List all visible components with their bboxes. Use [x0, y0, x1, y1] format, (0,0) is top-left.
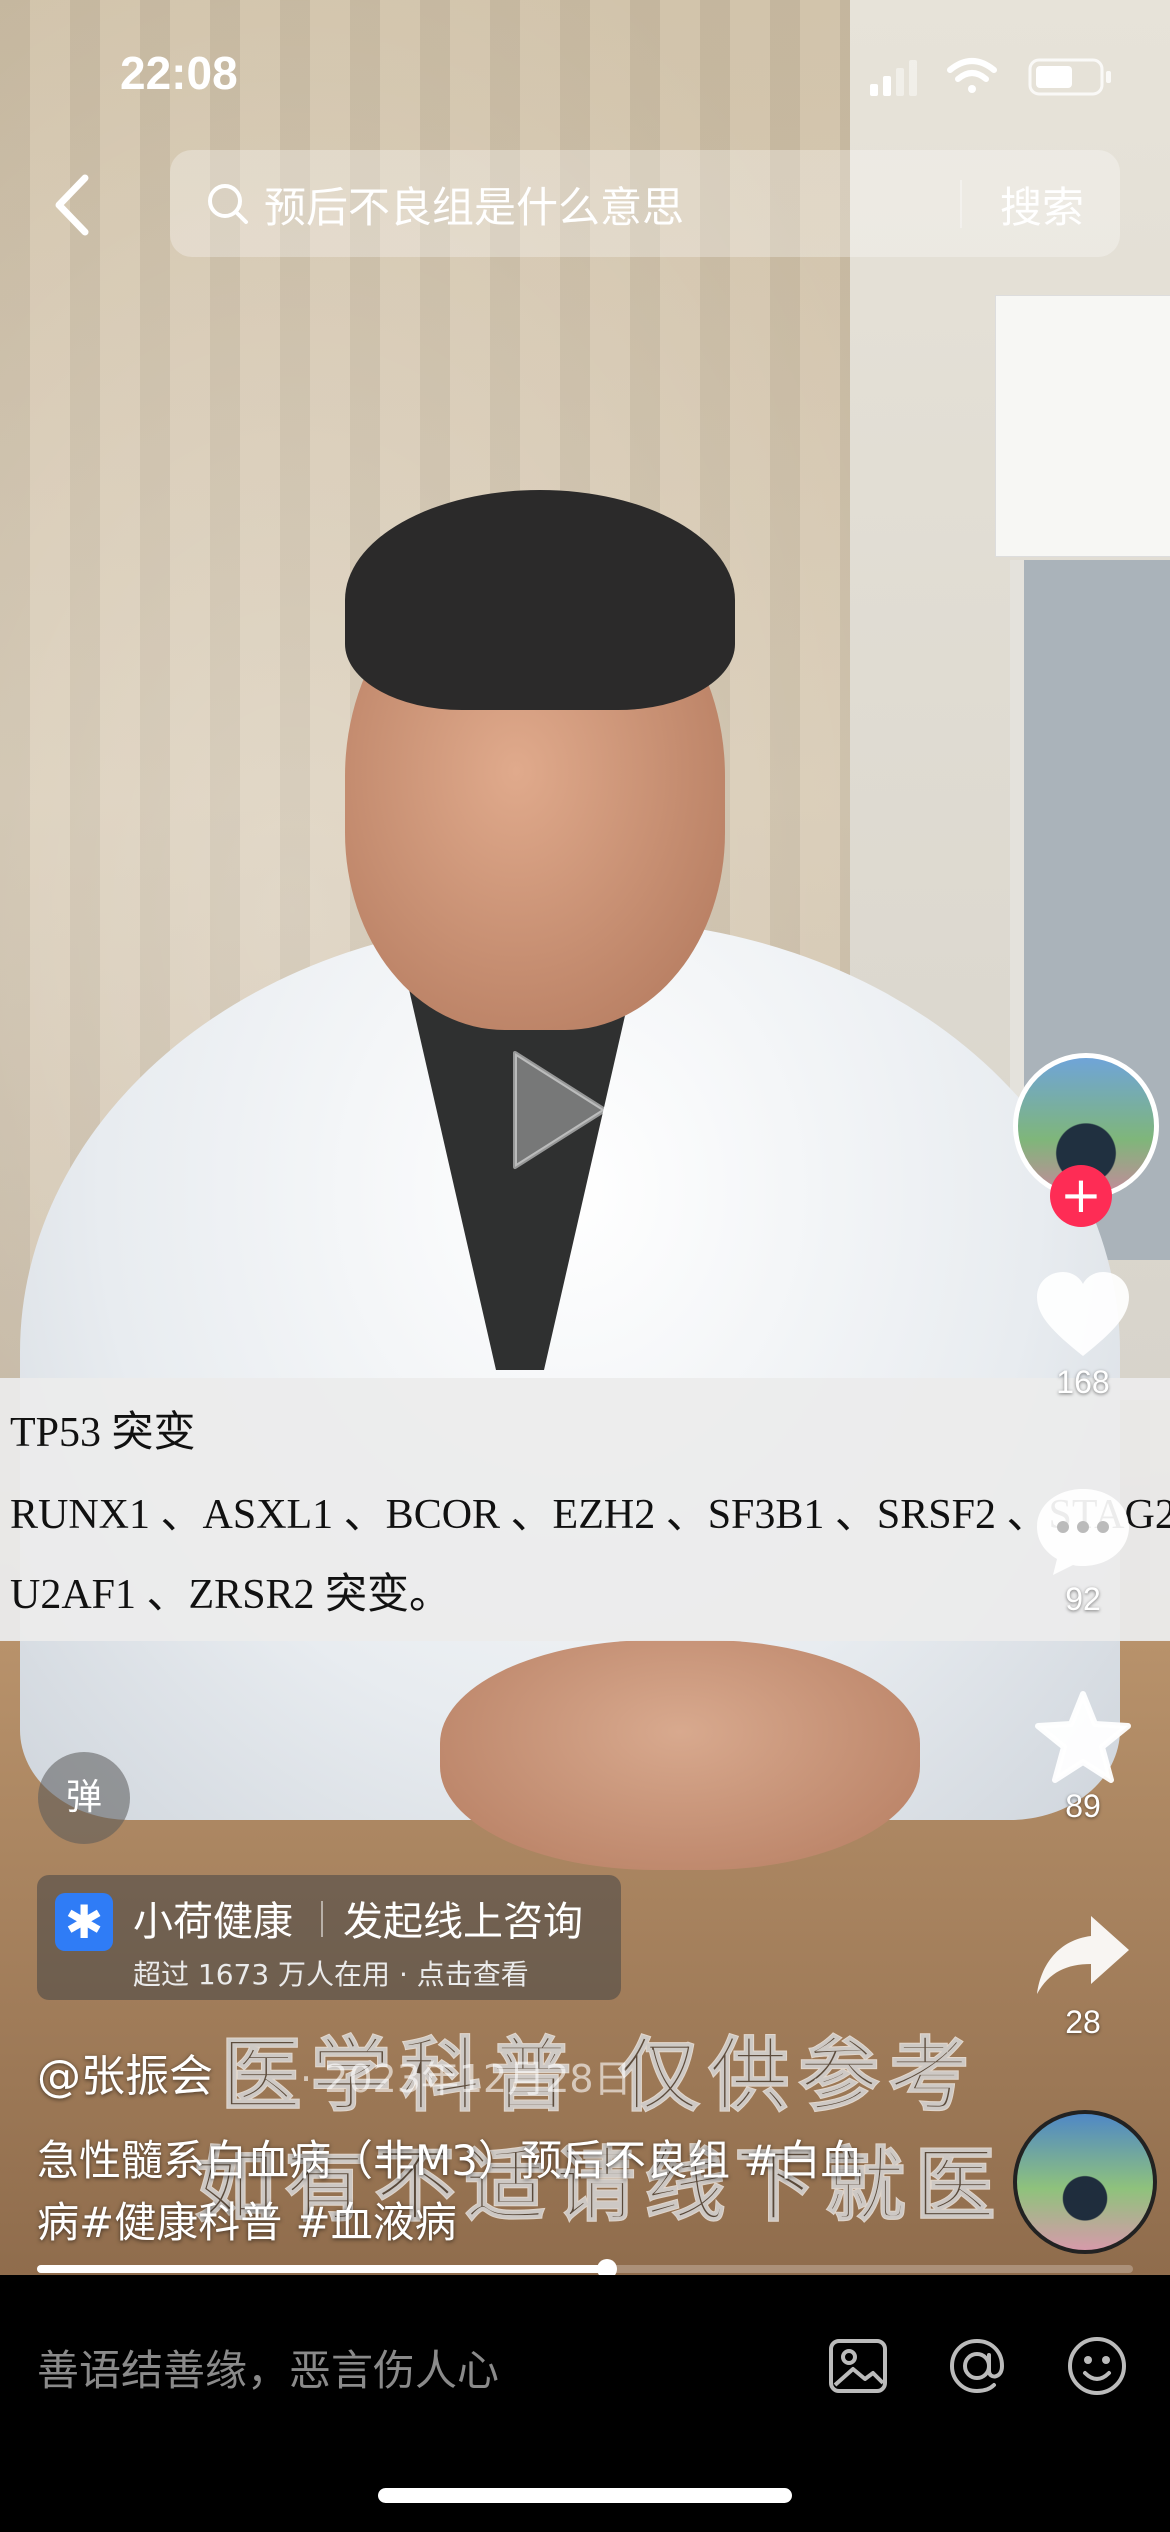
promo-name: 小荷健康	[133, 1899, 293, 1945]
like-count: 168	[1056, 1364, 1110, 1400]
cellular-signal-icon	[870, 60, 917, 96]
favorite-count: 89	[1065, 1788, 1101, 1824]
author-name-link[interactable]: @张振会	[37, 2040, 213, 2104]
promo-subtitle: 超过 1673 万人在用 · 点击查看	[133, 1958, 529, 1991]
heart-icon	[1037, 1272, 1129, 1356]
progress-fill	[37, 2265, 607, 2273]
share-arrow-icon	[1037, 1916, 1129, 1994]
favorite-button[interactable]: 89	[1013, 1690, 1153, 1825]
wall-calendar	[995, 295, 1170, 557]
subtitle-banner: TP53 突变 RUNX1 、ASXL1 、BCOR 、EZH2 、SF3B1 …	[0, 1378, 1170, 1641]
promo-card[interactable]: ✱ 小荷健康 发起线上咨询 超过 1673 万人在用 · 点击查看	[37, 1875, 621, 2000]
comment-count: 92	[1065, 1581, 1101, 1617]
search-button[interactable]: 搜索	[1000, 174, 1084, 235]
promo-cta-link[interactable]: 发起线上咨询	[343, 1889, 583, 1947]
subtitle-line: TP53 突变	[10, 1410, 196, 1456]
back-arrow-icon[interactable]	[45, 170, 105, 240]
search-bar[interactable]: 预后不良组是什么意思 搜索	[170, 150, 1120, 257]
doctor-hands	[440, 1640, 920, 1870]
doctor-hair	[345, 490, 735, 710]
status-time: 22:08	[120, 47, 238, 99]
post-date: · 2023年12月28日	[300, 2057, 632, 2101]
wifi-icon	[947, 58, 997, 93]
search-icon	[208, 184, 248, 224]
battery-icon	[1028, 58, 1111, 96]
comment-button[interactable]: 92	[1013, 1485, 1153, 1618]
image-icon[interactable]	[825, 2333, 891, 2399]
comment-input[interactable]: 善语结善缘，恶言伤人心	[37, 2337, 499, 2398]
search-divider	[960, 180, 962, 228]
like-button[interactable]: 168	[1013, 1270, 1153, 1401]
danmaku-toggle-button[interactable]: 弹	[38, 1752, 130, 1844]
subtitle-line: RUNX1 、ASXL1 、BCOR 、EZH2 、SF3B1 、SRSF2 、…	[10, 1492, 1170, 1538]
follow-button[interactable]: +	[1050, 1165, 1112, 1227]
xiaohe-logo-icon: ✱	[55, 1893, 113, 1951]
video-player-screen: { "status_bar": { "time": "22:08" }, "se…	[0, 0, 1170, 2532]
home-indicator[interactable]	[378, 2488, 792, 2503]
search-input[interactable]: 预后不良组是什么意思	[264, 174, 684, 235]
emoji-icon[interactable]	[1064, 2333, 1130, 2399]
at-mention-icon[interactable]	[944, 2333, 1010, 2399]
status-icons	[870, 58, 1111, 96]
play-icon[interactable]	[505, 1045, 615, 1175]
post-caption[interactable]: 急性髓系白血病（非M3）预后不良组 #白血病#健康科普 #血液病	[37, 2130, 897, 2254]
comment-bubble-icon	[1037, 1489, 1129, 1575]
subtitle-line: U2AF1 、ZRSR2 突变。	[10, 1572, 452, 1618]
video-progress-bar[interactable]	[37, 2259, 1133, 2279]
star-icon	[1035, 1691, 1131, 1783]
promo-divider	[321, 1901, 323, 1937]
